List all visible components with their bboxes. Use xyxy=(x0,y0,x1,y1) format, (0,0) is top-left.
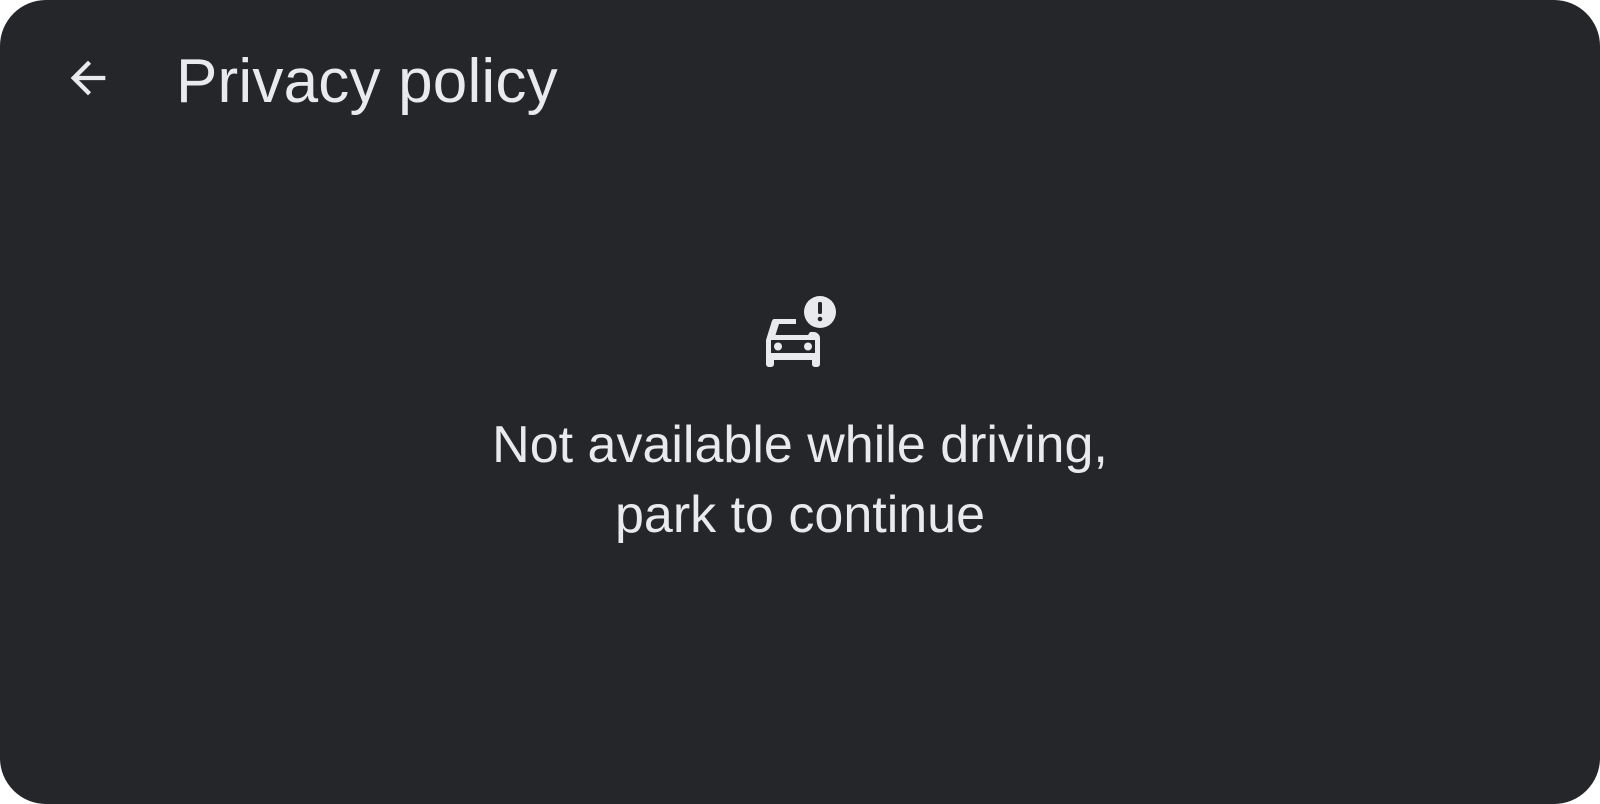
message-line-2: park to continue xyxy=(614,486,986,544)
back-button[interactable] xyxy=(48,38,128,118)
page-title: Privacy policy xyxy=(176,47,558,116)
app-screen: Privacy policy Not available while drivi… xyxy=(0,0,1600,804)
arrow-back-icon xyxy=(70,60,106,96)
header: Privacy policy xyxy=(0,0,1600,160)
car-alert-icon xyxy=(766,296,836,367)
driving-message: Not available while driving, park to con… xyxy=(492,410,1108,550)
driving-restriction-notice: Not available while driving, park to con… xyxy=(0,296,1600,550)
message-line-1: Not available while driving, xyxy=(492,416,1108,474)
